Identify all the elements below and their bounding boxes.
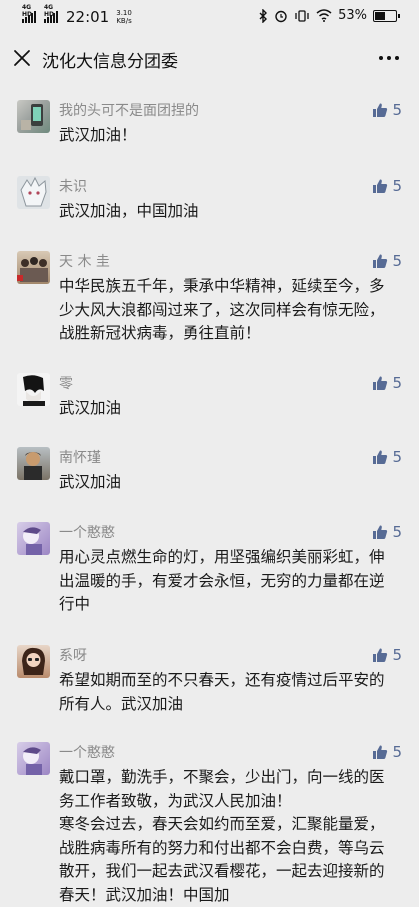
thumbs-up-icon: [373, 254, 388, 268]
like-count: 5: [392, 646, 402, 664]
alarm-icon: [275, 10, 287, 22]
like-count: 5: [392, 252, 402, 270]
comment-author[interactable]: 南怀瑾: [59, 447, 101, 467]
bluetooth-icon: [259, 8, 268, 23]
speed-value: 3.10: [116, 9, 132, 17]
avatar[interactable]: [17, 100, 50, 133]
like-button[interactable]: 5: [372, 646, 402, 664]
battery-percent: 53%: [338, 8, 367, 23]
comment-text: 中华民族五千年，秉承中华精神，延续至今，多少大风大浪都闯过来了，这次同样会有惊无…: [59, 277, 385, 342]
avatar[interactable]: [17, 373, 50, 406]
status-bar: 4G HD 4G HD 22:01 3.10 KB/s 53%: [0, 0, 419, 34]
comment-text: 戴口罩，勤洗手，不聚会，少出门，向一线的医务工作者致敬，为武汉人民加油！ 寒冬会…: [59, 768, 385, 904]
thumbs-up-icon: [373, 745, 388, 759]
avatar[interactable]: [17, 251, 50, 284]
comment-author[interactable]: 零: [59, 373, 73, 393]
more-icon[interactable]: [377, 48, 401, 68]
like-button[interactable]: 5: [372, 448, 402, 466]
comment-text: 武汉加油，中国加油: [59, 202, 199, 220]
comment-author[interactable]: 一个憨憨: [59, 522, 115, 542]
battery-fill: [375, 11, 385, 20]
page-title: 沈化大信息分团委: [42, 52, 178, 72]
network-type-label: 4G HD: [22, 4, 33, 18]
title-bar: 沈化大信息分团委: [0, 34, 419, 84]
thumbs-up-icon: [373, 648, 388, 662]
status-left: 4G HD 4G HD 22:01 3.10 KB/s: [22, 4, 132, 26]
battery-icon: [373, 9, 400, 22]
comment-author[interactable]: 系呀: [59, 645, 87, 665]
signal-icon-2: 4G HD: [44, 4, 58, 23]
comment-author[interactable]: 我的头可不是面团捏的: [59, 100, 199, 120]
avatar[interactable]: [17, 742, 50, 775]
like-count: 5: [392, 374, 402, 392]
thumbs-up-icon: [373, 376, 388, 390]
comment-author[interactable]: 天 木 圭: [59, 251, 110, 271]
avatar[interactable]: [17, 176, 50, 209]
like-count: 5: [392, 448, 402, 466]
avatar[interactable]: [17, 645, 50, 678]
comment-text: 武汉加油: [59, 473, 122, 491]
network-type-label-2: 4G HD: [44, 4, 55, 18]
thumbs-up-icon: [373, 103, 388, 117]
like-button[interactable]: 5: [372, 252, 402, 270]
like-count: 5: [392, 101, 402, 119]
wifi-icon: [316, 9, 332, 22]
status-right: 53%: [259, 8, 400, 23]
network-speed: 3.10 KB/s: [116, 9, 132, 25]
comment-text: 用心灵点燃生命的灯，用坚强编织美丽彩虹，伸出温暖的手，有爱才会永恒，无穷的力量都…: [59, 548, 385, 613]
like-button[interactable]: 5: [372, 523, 402, 541]
like-button[interactable]: 5: [372, 177, 402, 195]
comment-text: 武汉加油！: [59, 126, 137, 144]
avatar[interactable]: [17, 447, 50, 480]
like-button[interactable]: 5: [372, 743, 402, 761]
thumbs-up-icon: [373, 450, 388, 464]
close-icon[interactable]: [12, 48, 32, 68]
like-button[interactable]: 5: [372, 374, 402, 392]
comment-author[interactable]: 一个憨憨: [59, 742, 115, 762]
speed-unit: KB/s: [116, 17, 132, 25]
like-count: 5: [392, 743, 402, 761]
thumbs-up-icon: [373, 179, 388, 193]
signal-icon: 4G HD: [22, 4, 36, 23]
like-count: 5: [392, 523, 402, 541]
vibrate-icon: [295, 9, 309, 22]
comment-text: 希望如期而至的不只春天，还有疫情过后平安的所有人。武汉加油: [59, 671, 385, 713]
comment-text: 武汉加油: [59, 399, 122, 417]
clock: 22:01: [66, 8, 110, 26]
thumbs-up-icon: [373, 525, 388, 539]
comment-author[interactable]: 未识: [59, 176, 87, 196]
like-button[interactable]: 5: [372, 101, 402, 119]
avatar[interactable]: [17, 522, 50, 555]
like-count: 5: [392, 177, 402, 195]
